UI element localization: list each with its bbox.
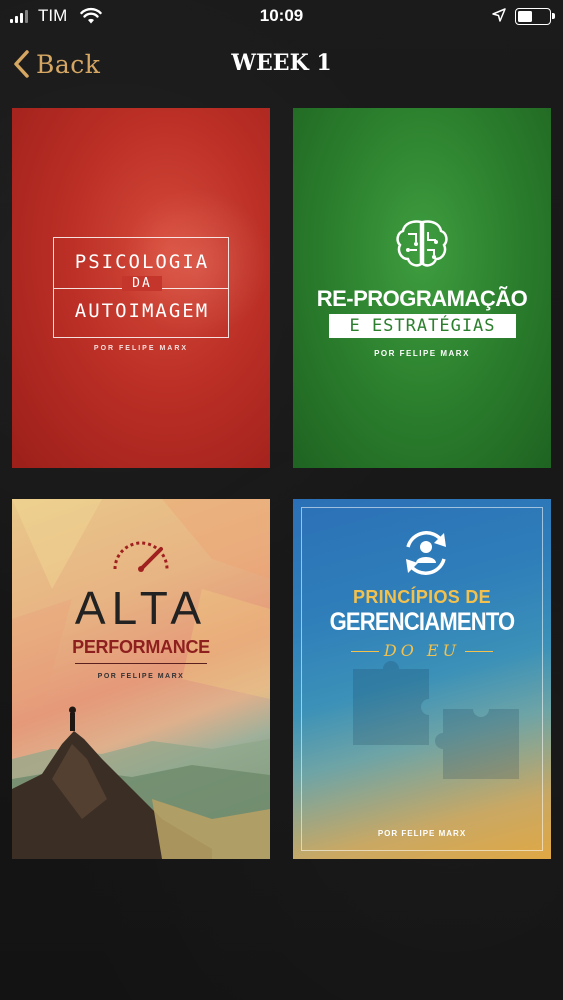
speedometer-icon — [113, 541, 169, 572]
course-card-psicologia[interactable]: PSICOLOGIA DA AUTOIMAGEM POR FELIPE MARX — [12, 108, 270, 468]
course-author: POR FELIPE MARX — [377, 829, 467, 838]
course-title-line1: ALTA — [74, 582, 208, 634]
course-author: POR FELIPE MARX — [97, 673, 185, 680]
course-title-line2: GERENCIAMENTO — [329, 607, 516, 636]
navigation-bar: Back WEEK 1 — [0, 40, 563, 88]
course-card-reprogramacao[interactable]: RE-PROGRAMAÇÃO E ESTRATÉGIAS POR FELIPE … — [293, 108, 551, 468]
course-title-line1: RE-PROGRAMAÇÃO — [316, 286, 528, 311]
course-title-line2: DA — [122, 276, 162, 291]
course-title-line3: DO EU — [383, 641, 461, 660]
battery-icon — [515, 8, 555, 25]
course-title-line1: PRINCÍPIOS DE — [353, 587, 491, 607]
course-card-alta-performance[interactable]: ALTA PERFORMANCE POR FELIPE MARX — [12, 499, 270, 859]
page-title: WEEK 1 — [231, 50, 332, 76]
course-title-line2: PERFORMANCE — [72, 637, 210, 657]
title-frame: PSICOLOGIA DA AUTOIMAGEM — [53, 237, 229, 338]
course-title-line3: AUTOIMAGEM — [74, 300, 210, 322]
course-title-line2: E ESTRATÉGIAS — [329, 314, 516, 338]
clock: 10:09 — [259, 6, 304, 25]
status-bar: TIM 10:09 — [0, 0, 563, 34]
mountain-landscape-image — [12, 706, 270, 859]
location-arrow-icon — [492, 8, 506, 22]
divider — [75, 663, 207, 664]
course-author: POR FELIPE MARX — [374, 349, 470, 358]
course-author: POR FELIPE MARX — [93, 345, 189, 352]
brain-circuit-icon — [396, 220, 448, 267]
course-title-line1: PSICOLOGIA — [74, 251, 210, 273]
course-card-principios[interactable]: PRINCÍPIOS DE GERENCIAMENTO DO EU POR FE… — [293, 499, 551, 859]
person-cycle-icon — [406, 531, 446, 575]
